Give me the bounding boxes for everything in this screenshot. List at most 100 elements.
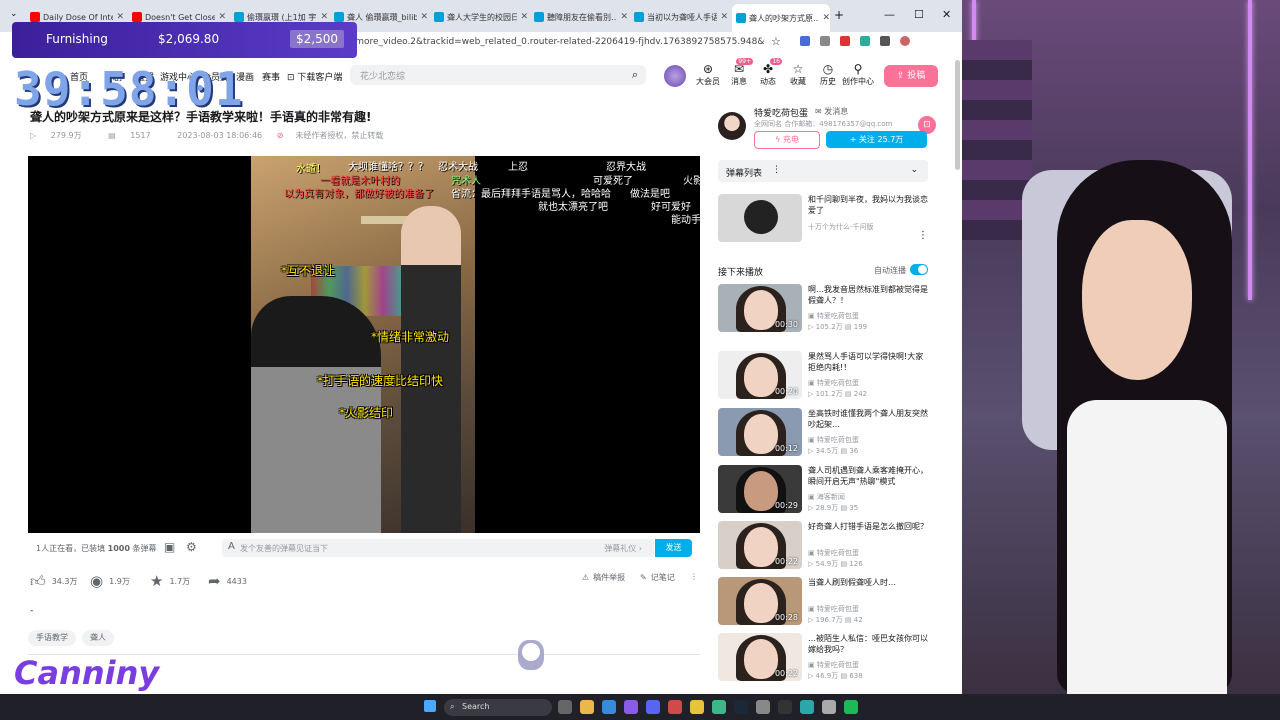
star-icon: ☆ <box>792 62 804 76</box>
upload-button[interactable]: ⇪ 投稿 <box>884 65 938 87</box>
autoplay-toggle[interactable] <box>910 264 928 275</box>
danmaku-toggle-icon[interactable]: ▣ <box>164 540 175 554</box>
play-icon: ▷ <box>808 323 814 331</box>
close-window-button[interactable]: ✕ <box>942 8 951 21</box>
recommend-card[interactable]: 00:22 好奇聋人打错手语是怎么撤回呢？ ▣ 特爱吃荷包蛋 ▷ 54.9万 ▤… <box>718 521 930 571</box>
taskbar-search[interactable]: ⌕ Search <box>444 699 552 716</box>
recommend-card[interactable]: 00:30 啊…我发音居然标准到都被觉得是假聋人？！ ▣ 特爱吃荷包蛋 ▷ 10… <box>718 284 930 334</box>
user-avatar[interactable] <box>664 65 686 87</box>
up-icon: ▣ <box>808 312 815 320</box>
up-icon: ▣ <box>808 605 815 613</box>
header-message[interactable]: ✉ 99+ 消息 <box>725 58 753 87</box>
tab-6[interactable]: 当初以为聋哑人手语…✕ <box>634 7 728 27</box>
recommend-card[interactable]: 00:22 …被陌生人私信：哑巴女孩你可以嫁给我吗？ ▣ 特爱吃荷包蛋 ▷ 46… <box>718 633 930 683</box>
header-creator[interactable]: ⚲ 创作中心 <box>840 62 876 87</box>
close-icon[interactable]: ✕ <box>822 13 830 23</box>
up-icon: ▣ <box>808 493 815 501</box>
person-right <box>401 206 461 533</box>
chrome-icon[interactable] <box>690 700 704 714</box>
recommend-card[interactable]: 00:28 当聋人刷到假聋哑人时… ▣ 特爱吃荷包蛋 ▷ 196.7万 ▤ 42 <box>718 577 930 627</box>
more-icon[interactable]: ⋮ <box>918 230 928 241</box>
danmaku-etiquette-link[interactable]: 弹幕礼仪 › <box>604 543 642 554</box>
app-icon[interactable] <box>756 700 770 714</box>
windows-start-icon[interactable] <box>424 700 436 712</box>
close-icon[interactable]: ✕ <box>218 12 226 22</box>
nav-download[interactable]: ⊡ 下载客户端 <box>287 70 342 83</box>
taskview-icon[interactable] <box>558 700 572 714</box>
like-button[interactable]: 👍︎ 34.3万 <box>30 572 78 591</box>
report-button[interactable]: ⚠ 稿件举报 <box>582 572 625 583</box>
search-icon[interactable]: ⌕ <box>632 68 638 82</box>
obs-icon[interactable] <box>778 700 792 714</box>
profile-icon[interactable] <box>900 36 910 46</box>
search-input[interactable]: 花少北恋综 ⌕ <box>350 65 646 85</box>
uploader-avatar[interactable] <box>718 112 746 140</box>
ad-card[interactable]: 和千问聊到半夜，我妈以为我谈恋爱了 十万个为什么-千问版 ⋮ <box>718 194 930 244</box>
favorite-button[interactable]: ★ 1.7万 <box>150 572 190 590</box>
extension-icon[interactable] <box>860 36 870 46</box>
share-button[interactable]: ➦ 4433 <box>208 572 247 590</box>
danmaku-settings-icon[interactable]: ⚙ <box>186 540 197 554</box>
scrollbar[interactable] <box>955 60 960 170</box>
send-message-link[interactable]: ✉ 发消息 <box>815 106 848 117</box>
tab-5[interactable]: 聽障朋友在偷看別… ✕ <box>534 7 628 27</box>
video-player[interactable]: *互不退让 *情绪非常激动 *打手语的速度比结印快 *火影结印 水遁！ 大坝谁懂… <box>28 156 700 533</box>
danmaku-input[interactable]: A 发个友善的弹幕见证当下 弹幕礼仪 › <box>222 539 654 557</box>
new-tab-button[interactable]: + <box>834 8 844 22</box>
tag[interactable]: 聋人 <box>82 630 114 646</box>
app-icon[interactable] <box>624 700 638 714</box>
video-meta: ▷ 279.9万 ▤ 1517 2023-08-03 18:06:46 ⊘ 未经作… <box>30 130 407 141</box>
nav-esports[interactable]: 赛事 <box>262 70 280 83</box>
header-favorites[interactable]: ☆ 收藏 <box>784 62 812 87</box>
header-dynamic[interactable]: ✤ 16 动态 <box>754 58 782 87</box>
taskbar <box>0 694 1280 720</box>
tab-4[interactable]: 聋人大学生的校园日…✕ <box>434 7 528 27</box>
url-field[interactable]: d_more_video.2&trackid=web_related_0.rou… <box>345 33 765 51</box>
extension-icon[interactable] <box>820 36 830 46</box>
close-icon[interactable]: ✕ <box>320 12 328 22</box>
maximize-button[interactable]: ☐ <box>914 8 924 21</box>
charge-button[interactable]: ϟ 充电 <box>754 131 820 149</box>
extension-icon[interactable] <box>840 36 850 46</box>
notes-button[interactable]: ✎ 记笔记 <box>640 572 675 583</box>
danmaku-list-toggle[interactable]: 弹幕列表 ⋮ ⌄ <box>718 160 928 182</box>
tab-active[interactable]: 聋人的吵架方式原… ✕ <box>732 4 830 32</box>
extension-icon[interactable] <box>800 36 810 46</box>
more-icon[interactable]: ⋮ <box>690 572 698 581</box>
header-vip[interactable]: ⊛ 大会员 <box>694 62 722 87</box>
spotify-icon[interactable] <box>844 700 858 714</box>
close-icon[interactable]: ✕ <box>420 12 428 22</box>
edge-icon[interactable] <box>800 700 814 714</box>
close-icon[interactable]: ✕ <box>620 12 628 22</box>
close-icon[interactable]: ✕ <box>116 12 124 22</box>
recommend-card[interactable]: 00:20 果然骂人手语可以学得快啊!大家拒绝内耗!！ ▣ 特爱吃荷包蛋 ▷ 1… <box>718 351 930 401</box>
app-icon[interactable] <box>822 700 836 714</box>
streamer-logo: Canniny <box>14 654 160 692</box>
steam-icon[interactable] <box>734 700 748 714</box>
close-icon[interactable]: ✕ <box>520 12 528 22</box>
follow-button[interactable]: + 关注 25.7万 <box>826 131 927 148</box>
app-icon[interactable] <box>668 700 682 714</box>
app-icon[interactable] <box>712 700 726 714</box>
close-icon[interactable]: ✕ <box>720 12 728 22</box>
send-danmaku-button[interactable]: 发送 <box>655 539 692 557</box>
header-history[interactable]: ◷ 历史 <box>814 62 842 87</box>
folder-icon[interactable] <box>580 700 594 714</box>
browser-icon[interactable] <box>602 700 616 714</box>
recommend-card[interactable]: 00:29 聋人司机遇到聋人乘客难掩开心，瞬间开启无声"热聊"模式 ▣ 海客新闻… <box>718 465 930 515</box>
coin-button[interactable]: ◉ 1.9万 <box>90 572 130 590</box>
tag[interactable]: 手语教学 <box>28 630 76 646</box>
discord-icon[interactable] <box>646 700 660 714</box>
recommend-card[interactable]: 00:12 坐高铁时谁懂我两个聋人朋友突然吵起架… ▣ 特爱吃荷包蛋 ▷ 34.… <box>718 408 930 458</box>
uploader-name[interactable]: 特爱吃荷包蛋 <box>754 106 808 119</box>
more-icon[interactable]: ⋮ <box>772 165 781 175</box>
subtitle: *情绪非常激动 <box>371 330 450 344</box>
bookmark-star-icon[interactable]: ☆ <box>771 35 781 48</box>
tab-menu-icon[interactable]: ⌄ <box>10 9 18 19</box>
danmaku-icon: ▤ <box>844 390 852 398</box>
puzzle-icon[interactable] <box>880 36 890 46</box>
minimize-button[interactable]: — <box>884 8 895 21</box>
video-thumbnail: 00:29 <box>718 465 802 513</box>
star-icon: ★ <box>150 572 164 590</box>
font-icon[interactable]: A <box>228 541 235 552</box>
